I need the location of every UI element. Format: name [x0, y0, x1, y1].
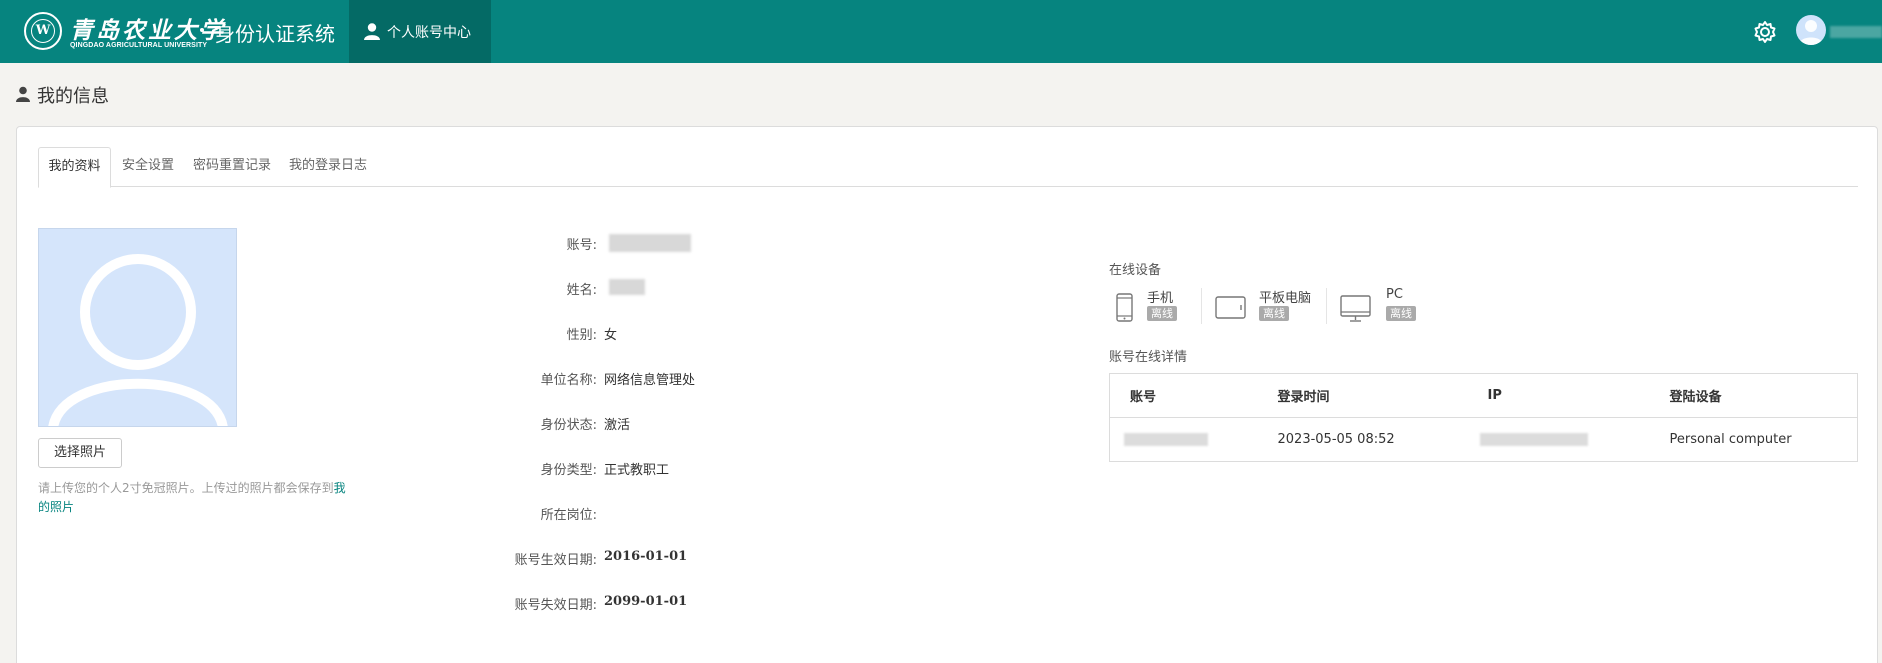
tab-security-settings[interactable]: 安全设置	[116, 147, 180, 187]
default-avatar-icon	[48, 254, 228, 426]
type-value: 正式教职工	[604, 463, 670, 478]
choose-photo-button[interactable]: 选择照片	[38, 438, 122, 468]
ip-redacted	[1479, 433, 1588, 446]
status-value: 激活	[604, 418, 631, 433]
start-date-value: 2016-01-01	[604, 549, 688, 564]
account-label: 账号:	[566, 238, 597, 253]
photo-hint: 请上传您的个人2寸免冠照片。上传过的照片都会保存到我的照片	[38, 479, 348, 517]
cell-account	[1110, 418, 1258, 462]
gender-label: 性别:	[566, 328, 597, 343]
col-account: 账号	[1109, 373, 1258, 418]
table-row: 2023-05-05 08:52 Personal computer	[1110, 418, 1858, 462]
system-title: 身份认证系统	[215, 22, 335, 46]
online-detail-table: 账号 登录时间 IP 登陆设备 2023-05-05 08:52 Persona…	[1109, 373, 1858, 462]
avatar-person-icon	[1799, 20, 1823, 45]
device-divider	[1201, 288, 1202, 324]
person-icon	[364, 23, 380, 40]
col-device: 登陆设备	[1649, 373, 1858, 418]
start-date-label: 账号生效日期:	[514, 553, 597, 568]
account-value-redacted	[609, 234, 691, 252]
online-devices-title: 在线设备	[1109, 263, 1162, 278]
cell-login-time: 2023-05-05 08:52	[1277, 432, 1395, 447]
profile-photo	[38, 228, 237, 427]
device-pc-status: 离线	[1386, 306, 1416, 321]
phone-icon	[1116, 293, 1133, 322]
title-separator-dot	[200, 28, 204, 32]
tab-password-reset-records[interactable]: 密码重置记录	[188, 147, 276, 187]
university-name-english: QINGDAO AGRICULTURAL UNIVERSITY	[70, 42, 208, 49]
gear-icon[interactable]	[1752, 19, 1778, 45]
university-seal-logo[interactable]: W	[24, 12, 62, 50]
online-detail-title: 账号在线详情	[1109, 350, 1188, 365]
device-phone-status: 离线	[1147, 306, 1177, 321]
cell-device: Personal computer	[1669, 432, 1792, 447]
tablet-icon	[1215, 296, 1246, 319]
profile-panel: 我的资料 安全设置 密码重置记录 我的登录日志 选择照片 请上传您的个人2寸免冠…	[16, 126, 1878, 663]
user-icon	[16, 86, 30, 102]
post-label: 所在岗位:	[540, 508, 597, 523]
nav-tab-account-center[interactable]: 个人账号中心	[349, 0, 491, 63]
tab-login-log[interactable]: 我的登录日志	[284, 147, 372, 187]
page-title: 我的信息	[37, 86, 109, 107]
profile-tabs: 我的资料 安全设置 密码重置记录 我的登录日志	[38, 147, 1858, 188]
photo-hint-text: 请上传您的个人2寸免冠照片。上传过的照片都会保存到	[38, 481, 334, 495]
unit-label: 单位名称:	[540, 373, 597, 388]
status-label: 身份状态:	[540, 418, 597, 433]
gender-value: 女	[604, 328, 618, 343]
monitor-icon	[1340, 295, 1371, 322]
device-tablet-status: 离线	[1259, 306, 1289, 321]
tab-my-profile[interactable]: 我的资料	[38, 147, 111, 188]
col-login-time: 登录时间	[1257, 373, 1468, 418]
device-tablet-name: 平板电脑	[1259, 291, 1312, 306]
col-ip: IP	[1467, 373, 1650, 418]
end-date-value: 2099-01-01	[604, 594, 688, 609]
cell-ip	[1468, 418, 1650, 462]
device-pc-name: PC	[1386, 287, 1403, 302]
user-avatar[interactable]	[1796, 15, 1826, 45]
name-value-redacted	[609, 279, 645, 295]
unit-value: 网络信息管理处	[604, 373, 696, 388]
type-label: 身份类型:	[540, 463, 597, 478]
seal-letter: W	[31, 19, 55, 43]
table-header-row: 账号 登录时间 IP 登陆设备	[1109, 373, 1858, 418]
end-date-label: 账号失效日期:	[514, 598, 597, 613]
user-name-redacted[interactable]	[1830, 26, 1882, 38]
name-label: 姓名:	[566, 283, 597, 298]
top-header: W 青岛农业大学 QINGDAO AGRICULTURAL UNIVERSITY…	[0, 0, 1882, 63]
device-phone-name: 手机	[1147, 291, 1174, 306]
device-divider	[1326, 288, 1327, 324]
account-redacted	[1124, 433, 1208, 446]
nav-tab-label: 个人账号中心	[387, 25, 471, 41]
